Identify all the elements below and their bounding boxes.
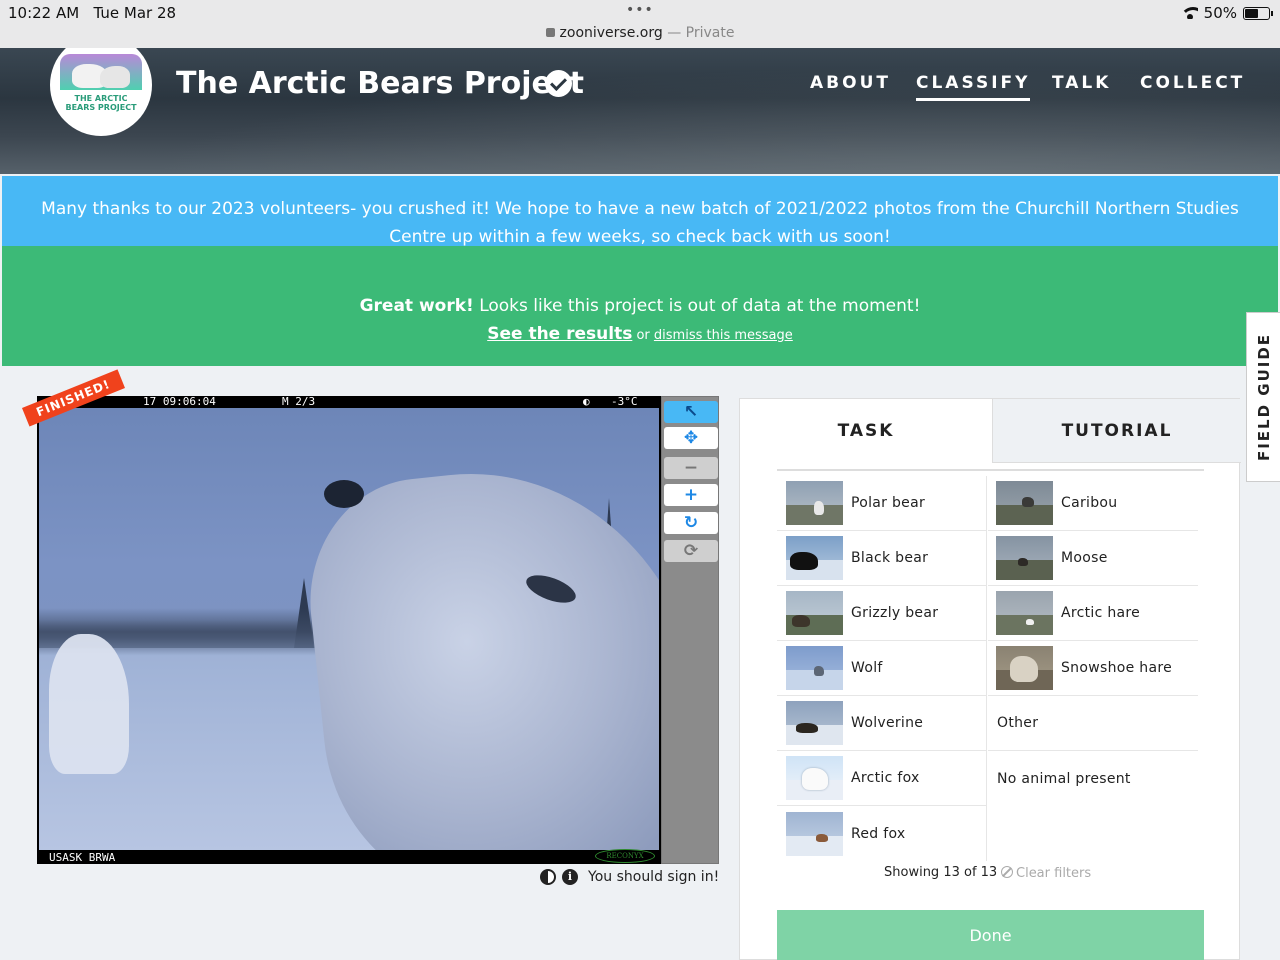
great-work-text: Great work! [359, 296, 474, 316]
arctic-fox-thumb [786, 756, 843, 800]
choice-snowshoe-hare[interactable]: Snowshoe hare [988, 641, 1198, 696]
field-guide-tab[interactable]: FIELD GUIDE [1246, 312, 1280, 482]
nav-talk[interactable]: TALK [1052, 73, 1111, 93]
project-title[interactable]: The Arctic Bears Project [176, 66, 584, 101]
polar-bear-background [49, 634, 129, 774]
contrast-icon[interactable] [540, 869, 556, 885]
grizzly-bear-thumb [786, 591, 843, 635]
private-label: — Private [667, 25, 735, 41]
task-panel: TASK TUTORIAL Polar bear Black bear Griz… [739, 398, 1241, 960]
moose-thumb [996, 536, 1053, 580]
nav-collect[interactable]: COLLECT [1140, 73, 1245, 93]
choice-moose[interactable]: Moose [988, 531, 1198, 586]
choice-red-fox[interactable]: Red fox [777, 806, 987, 861]
dismiss-message-link[interactable]: dismiss this message [654, 328, 793, 343]
done-button[interactable]: Done [777, 910, 1204, 960]
clear-filters-button[interactable]: Clear filters [1001, 865, 1091, 881]
showing-count: Showing 13 of 13 [884, 865, 998, 880]
move-tool-icon[interactable]: ✥ [664, 427, 718, 449]
ios-status-bar: 10:22 AM Tue Mar 28 ••• zooniverse.org —… [0, 0, 1280, 48]
ban-icon [1001, 866, 1013, 878]
info-icon[interactable]: i [562, 869, 578, 885]
zoom-out-icon[interactable]: − [664, 457, 718, 479]
or-text: or [632, 328, 654, 343]
black-bear-thumb [786, 536, 843, 580]
status-right: 50% [1181, 4, 1273, 22]
choice-grizzly-bear[interactable]: Grizzly bear [777, 586, 987, 641]
choice-wolf[interactable]: Wolf [777, 641, 987, 696]
nav-about[interactable]: ABOUT [810, 73, 891, 93]
viewer-footer: i You should sign in! [540, 869, 719, 885]
nav-classify[interactable]: CLASSIFY [916, 73, 1031, 101]
tab-task[interactable]: TASK [740, 399, 992, 463]
wolverine-thumb [786, 701, 843, 745]
tab-tutorial[interactable]: TUTORIAL [992, 399, 1241, 463]
caribou-thumb [996, 481, 1053, 525]
lock-icon [545, 28, 555, 37]
wolf-thumb [786, 646, 843, 690]
subject-image[interactable] [39, 408, 659, 850]
arctic-hare-thumb [996, 591, 1053, 635]
camera-id: USASK BRWA [49, 851, 116, 864]
choice-no-animal-present[interactable]: No animal present [988, 751, 1198, 806]
snowshoe-hare-thumb [996, 646, 1053, 690]
status-time: 10:22 AM Tue Mar 28 [8, 4, 177, 22]
choice-arctic-hare[interactable]: Arctic hare [988, 586, 1198, 641]
viewer-toolbar: ↖ ✥ − + ↻ ⟳ [661, 396, 719, 864]
red-fox-thumb [786, 811, 843, 856]
project-header: THE ARCTIC BEARS PROJECT The Arctic Bears… [0, 48, 1280, 174]
camera-info-strip: 20 17 09:06:04 M 2/3 ◐ -3°C [49, 396, 638, 408]
choice-other[interactable]: Other [988, 696, 1198, 751]
choice-wolverine[interactable]: Wolverine [777, 696, 987, 751]
wifi-icon [1181, 7, 1198, 19]
see-results-link[interactable]: See the results [487, 324, 632, 344]
choice-caribou[interactable]: Caribou [988, 476, 1198, 531]
subject-image-viewer[interactable]: 20 17 09:06:04 M 2/3 ◐ -3°C USASK BRWA R… [37, 396, 661, 864]
sign-in-prompt: You should sign in! [588, 869, 720, 885]
battery-percent: 50% [1203, 4, 1237, 22]
tab-dots-icon[interactable]: ••• [626, 2, 654, 18]
url-text: zooniverse.org [559, 25, 663, 41]
polar-bear-thumb [786, 481, 843, 525]
rotate-icon[interactable]: ↻ [664, 512, 718, 534]
announcement-line-1: Many thanks to our 2023 volunteers- you … [41, 199, 1239, 219]
pointer-tool-icon[interactable]: ↖ [664, 401, 718, 423]
verified-check-icon [545, 70, 572, 97]
out-of-data-banner: Great work! Looks like this project is o… [2, 246, 1278, 366]
address-bar[interactable]: zooniverse.org — Private [0, 25, 1280, 41]
choice-polar-bear[interactable]: Polar bear [777, 476, 987, 531]
choice-black-bear[interactable]: Black bear [777, 531, 987, 586]
reconyx-logo: RECONYX [595, 849, 655, 863]
out-of-data-text: Looks like this project is out of data a… [473, 296, 921, 316]
choice-arctic-fox[interactable]: Arctic fox [777, 751, 987, 806]
zoom-in-icon[interactable]: + [664, 484, 718, 506]
battery-icon [1243, 6, 1273, 20]
reset-icon[interactable]: ⟳ [664, 540, 718, 562]
